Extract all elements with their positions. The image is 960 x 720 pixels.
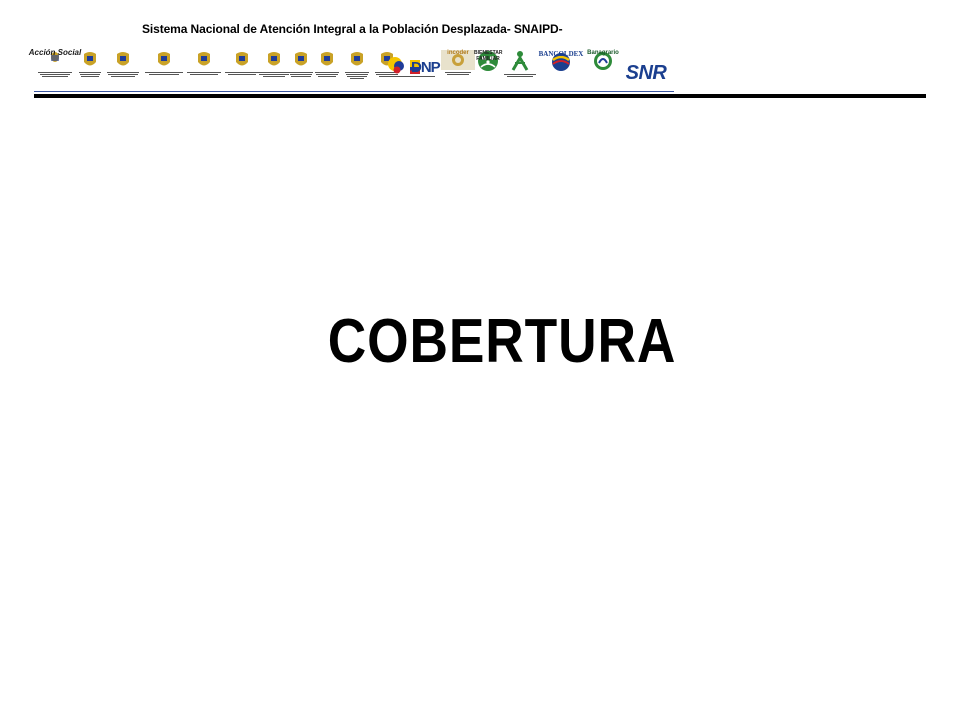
sena-logo [502,50,538,94]
dnp-logo: DNP [392,50,441,94]
crest-icon [351,52,363,66]
banagrario-wordmark: Banagrario [587,50,619,56]
crest-icon [198,52,210,66]
bancoldex-logo: BANCOLDEX [534,50,588,94]
colombia-emblem [374,50,404,94]
ministry-crest-2 [106,50,140,94]
bienestar-familiar-wordmark: BIENESTAR FAMILIAR [474,50,503,62]
snr-logo: SNR [625,50,667,94]
logo-strip: Acción Social DNP incoder BIENESTAR FAMI… [29,48,674,94]
incoder-wordmark: incoder [447,50,469,56]
crest-icon [117,52,129,66]
incoder-logo: incoder [440,50,476,94]
ministry-crest-6 [258,50,290,94]
crest-icon [236,52,248,66]
snr-wordmark: SNR [625,62,667,84]
ministry-crest-8 [314,50,340,94]
crest-icon [158,52,170,66]
bienestar-familiar-logo: BIENESTAR FAMILIAR [474,50,503,94]
ministry-crest-4 [186,50,222,94]
accion-social-wordmark: Acción Social [28,48,82,57]
header-thin-rule [34,91,674,92]
header-title: Sistema Nacional de Atención Integral a … [142,22,563,36]
ministry-crest-7 [288,50,314,94]
dnp-mark: DNP [410,59,441,76]
crest-icon [321,52,333,66]
sena-emblem-icon [511,51,529,71]
dnp-wordmark: DNP [411,58,441,76]
crest-icon [268,52,280,66]
ministry-crest-5 [224,50,260,94]
crest-icon [84,52,96,66]
slide-title: COBERTURA [327,307,677,376]
ministry-crest-1 [78,50,102,94]
accion-social-logo: Acción Social [29,48,81,94]
header-rule [34,94,926,98]
crest-icon [295,52,307,66]
ministry-crest-9 [344,50,370,94]
ministry-crest-3 [144,50,184,94]
banagrario-logo: Banagrario [587,50,619,94]
slide: Sistema Nacional de Atención Integral a … [0,0,960,720]
bancoldex-wordmark: BANCOLDEX [538,50,584,58]
